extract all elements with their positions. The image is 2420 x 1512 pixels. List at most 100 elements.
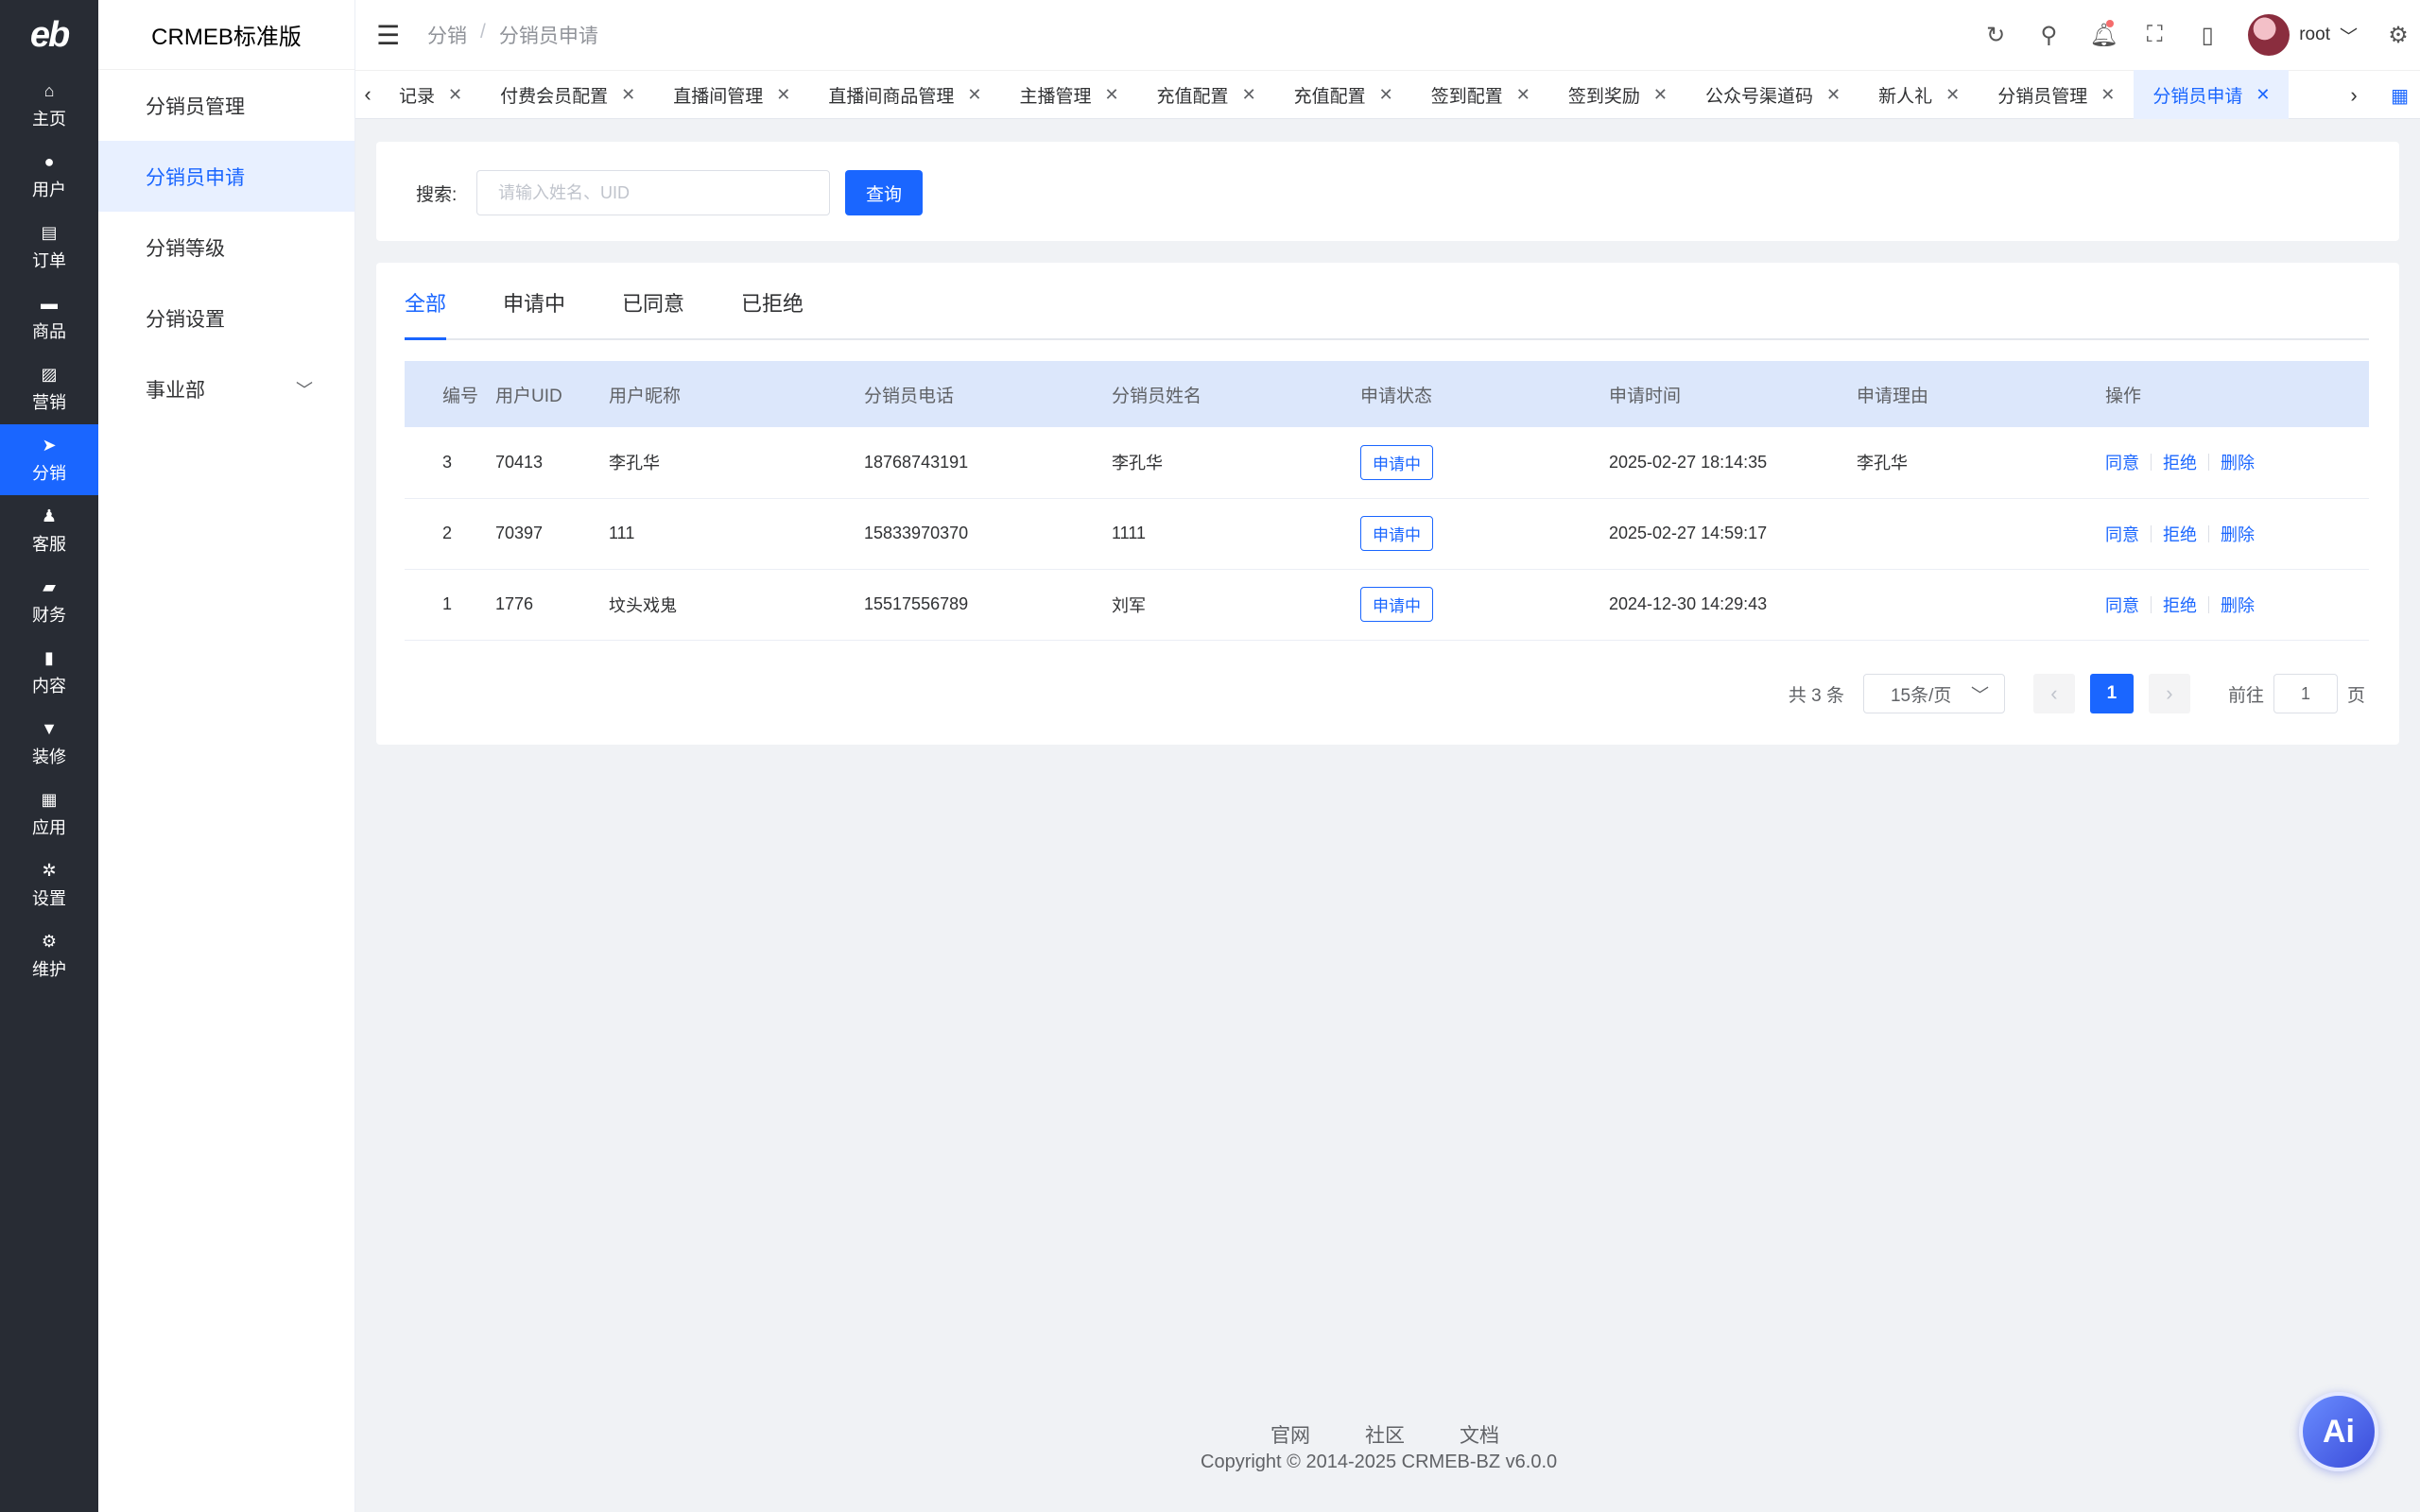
close-icon[interactable]: ✕ — [1379, 85, 1393, 105]
tab-item-active[interactable]: 分销员申请 ✕ — [2134, 70, 2290, 119]
divider — [2151, 595, 2152, 613]
tab-item[interactable]: 分销员管理 ✕ — [1979, 70, 2134, 119]
goto-page-input[interactable] — [2273, 674, 2338, 713]
sidebar-item-division[interactable]: 事业部 ﹀ — [98, 353, 354, 424]
sidebar-item-distribution-settings[interactable]: 分销设置 — [98, 283, 354, 353]
cell-time: 2025-02-27 18:14:35 — [1609, 452, 1768, 472]
search-icon[interactable]: ⚲ — [2036, 22, 2061, 49]
fullscreen-icon[interactable]: ⛶ — [2142, 22, 2167, 48]
rail-item-product[interactable]: ▬ 商品 — [0, 283, 98, 353]
close-icon[interactable]: ✕ — [448, 85, 462, 105]
column-header: 用户昵称 — [609, 386, 682, 406]
close-icon[interactable]: ✕ — [1104, 85, 1118, 105]
cell-name: 刘军 — [1112, 595, 1146, 615]
rail-item-maintenance[interactable]: ⚙ 维护 — [0, 920, 98, 991]
close-icon[interactable]: ✕ — [967, 85, 981, 105]
tab-item[interactable]: 新人礼 ✕ — [1859, 70, 1979, 119]
tab-label: 充值配置 — [1156, 86, 1229, 107]
sidebar-item-distributor-manage[interactable]: 分销员管理 — [98, 70, 354, 141]
filter-tab-approved[interactable]: 已同意 — [622, 263, 684, 338]
order-icon: ▤ — [41, 222, 58, 242]
close-icon[interactable]: ✕ — [1826, 85, 1841, 105]
page-number-current[interactable]: 1 — [2089, 674, 2134, 713]
cell-time: 2024-12-30 14:29:43 — [1609, 594, 1768, 613]
tab-item[interactable]: 直播间管理 ✕ — [654, 70, 809, 119]
refresh-icon[interactable]: ↻ — [1983, 22, 2008, 49]
tab-label: 记录 — [399, 86, 436, 107]
bell-icon[interactable]: 🔔︎ — [2089, 19, 2118, 49]
ai-assistant-button[interactable]: Ai — [2299, 1392, 2378, 1471]
user-icon: ● — [43, 151, 55, 171]
tab-item[interactable]: 主播管理 ✕ — [1000, 70, 1137, 119]
tab-label: 分销员管理 — [1997, 86, 2088, 107]
close-icon[interactable]: ✕ — [2100, 85, 2115, 105]
column-header: 用户UID — [495, 386, 562, 406]
close-icon[interactable]: ✕ — [1242, 85, 1256, 105]
rail-item-service[interactable]: ♟ 客服 — [0, 495, 98, 566]
page-size-select[interactable]: 15条/页 ﹀ — [1862, 674, 2005, 713]
reject-link[interactable]: 拒绝 — [2163, 522, 2197, 546]
tab-item[interactable]: 充值配置 ✕ — [1275, 70, 1412, 119]
agree-link[interactable]: 同意 — [2105, 593, 2139, 617]
tab-item[interactable]: 签到配置 ✕ — [1412, 70, 1549, 119]
footer-link-community[interactable]: 社区 — [1365, 1420, 1405, 1449]
rail-item-user[interactable]: ● 用户 — [0, 141, 98, 212]
rail-item-settings[interactable]: ✲ 设置 — [0, 850, 98, 920]
cell-uid: 70397 — [495, 524, 544, 542]
footer-link-docs[interactable]: 文档 — [1460, 1420, 1499, 1449]
filter-tab-rejected[interactable]: 已拒绝 — [741, 263, 804, 338]
application-list-panel: 全部 申请中 已同意 已拒绝 编号 用户UID 用户昵称 分销员电话 分销员姓名… — [376, 263, 2399, 745]
next-page-button[interactable]: › — [2148, 674, 2190, 713]
delete-link[interactable]: 删除 — [2221, 522, 2255, 546]
menu-toggle-icon[interactable]: ☰ — [376, 20, 405, 51]
reject-link[interactable]: 拒绝 — [2163, 450, 2197, 474]
user-menu[interactable]: root ﹀ — [2248, 14, 2358, 56]
agree-link[interactable]: 同意 — [2105, 522, 2139, 546]
rail-item-decoration[interactable]: ▼ 装修 — [0, 708, 98, 779]
close-icon[interactable]: ✕ — [1653, 85, 1668, 105]
tab-item[interactable]: 记录 ✕ — [380, 70, 481, 119]
delete-link[interactable]: 删除 — [2221, 450, 2255, 474]
delete-link[interactable]: 删除 — [2221, 593, 2255, 617]
grid-menu-icon[interactable]: ▦ — [2391, 84, 2409, 108]
query-button[interactable]: 查询 — [845, 170, 923, 215]
lock-icon[interactable]: ▯ — [2195, 22, 2220, 49]
breadcrumb-item[interactable]: 分销 — [427, 21, 467, 49]
chevron-right-icon[interactable]: › — [2342, 83, 2366, 108]
prev-page-button[interactable]: ‹ — [2032, 674, 2075, 713]
close-icon[interactable]: ✕ — [1945, 85, 1960, 105]
avatar — [2248, 14, 2290, 56]
filter-tab-all[interactable]: 全部 — [405, 263, 447, 340]
tab-item[interactable]: 签到奖励 ✕ — [1549, 70, 1686, 119]
cell-uid: 70413 — [495, 452, 544, 472]
reject-link[interactable]: 拒绝 — [2163, 593, 2197, 617]
sidebar-item-distribution-level[interactable]: 分销等级 — [98, 212, 354, 283]
search-input[interactable] — [476, 170, 830, 215]
rail-item-distribution[interactable]: ➤ 分销 — [0, 424, 98, 495]
settings-icon[interactable]: ⚙ — [2386, 22, 2411, 49]
rail-item-content[interactable]: ▮ 内容 — [0, 637, 98, 708]
rail-item-apps[interactable]: ▦ 应用 — [0, 779, 98, 850]
chevron-down-icon: ﹀ — [296, 380, 313, 400]
status-badge: 申请中 — [1360, 587, 1433, 622]
rail-item-order[interactable]: ▤ 订单 — [0, 212, 98, 283]
tab-item[interactable]: 直播间商品管理 ✕ — [809, 70, 1000, 119]
app-logo[interactable]: eb — [0, 0, 98, 70]
close-icon[interactable]: ✕ — [621, 85, 635, 105]
tab-item[interactable]: 付费会员配置 ✕ — [481, 70, 654, 119]
rail-item-home[interactable]: ⌂ 主页 — [0, 70, 98, 141]
close-icon[interactable]: ✕ — [1516, 85, 1530, 105]
close-icon[interactable]: ✕ — [2256, 85, 2270, 105]
agree-link[interactable]: 同意 — [2105, 450, 2139, 474]
tab-item[interactable]: 充值配置 ✕ — [1138, 70, 1275, 119]
rail-item-finance[interactable]: ▰ 财务 — [0, 566, 98, 637]
rail-item-label: 应用 — [32, 817, 66, 837]
footer-link-website[interactable]: 官网 — [1270, 1420, 1310, 1449]
sidebar-item-distributor-apply[interactable]: 分销员申请 — [98, 141, 354, 212]
chevron-left-icon[interactable]: ‹ — [355, 82, 380, 107]
filter-tab-pending[interactable]: 申请中 — [503, 263, 565, 338]
close-icon[interactable]: ✕ — [776, 85, 790, 105]
rail-item-marketing[interactable]: ▨ 营销 — [0, 353, 98, 424]
cell-name: 李孔华 — [1112, 454, 1163, 473]
tab-item[interactable]: 公众号渠道码 ✕ — [1686, 70, 1859, 119]
